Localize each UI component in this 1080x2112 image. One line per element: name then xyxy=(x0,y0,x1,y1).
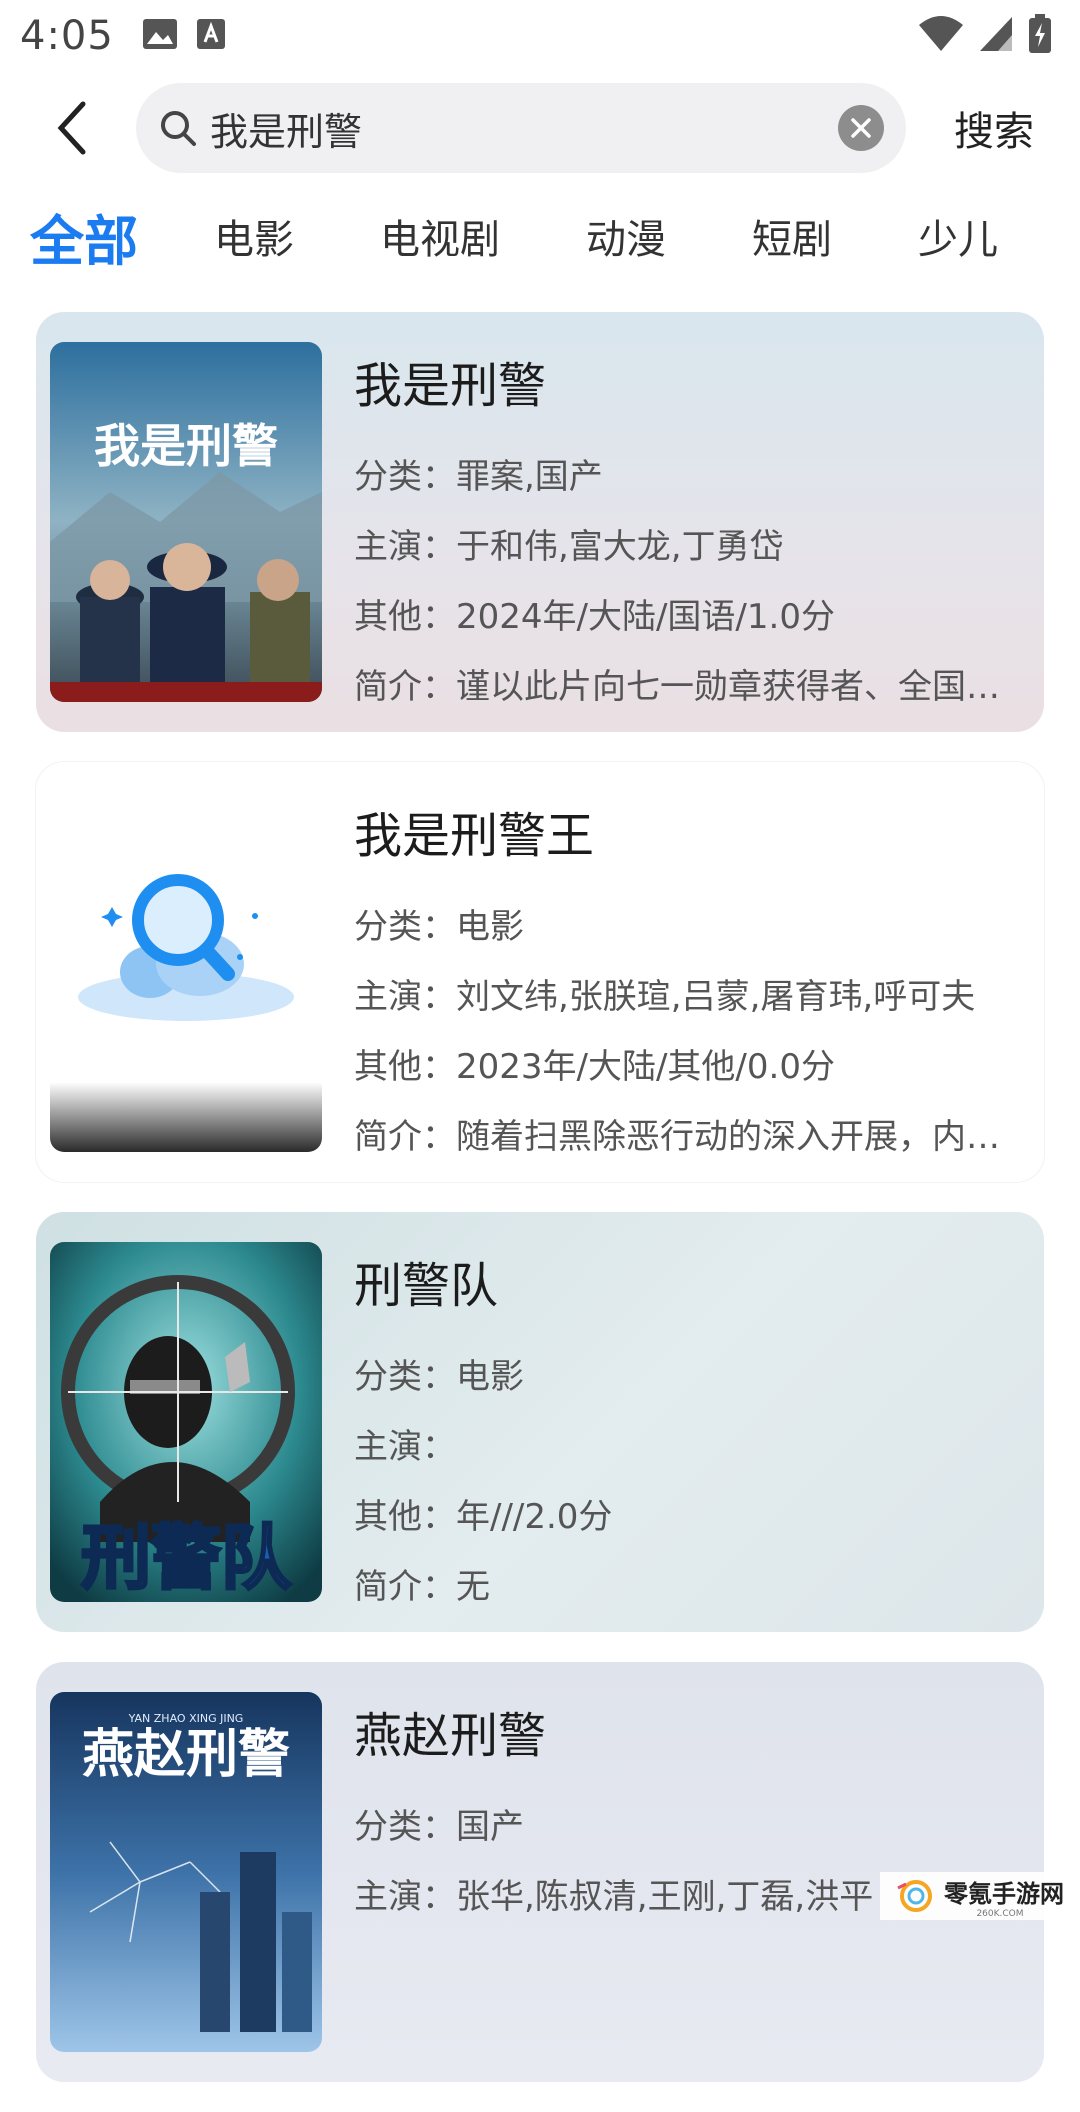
clear-button[interactable] xyxy=(838,105,884,151)
image-icon xyxy=(142,18,178,54)
tab-kids[interactable]: 少儿 xyxy=(918,207,998,265)
chevron-left-icon xyxy=(53,100,93,156)
tab-all[interactable]: 全部 xyxy=(30,197,138,276)
result-title: 燕赵刑警 xyxy=(354,1696,1024,1766)
result-info: 刑警队 分类：电影 主演： 其他：年///2.0分 简介：无 xyxy=(354,1246,1024,1622)
result-info: 我是刑警 分类：罪案,国产 主演：于和伟,富大龙,丁勇岱 其他：2024年/大陆… xyxy=(354,346,1024,722)
tab-tv-series[interactable]: 电视剧 xyxy=(380,207,500,265)
result-category: 分类：电影 xyxy=(354,892,1024,962)
close-icon xyxy=(849,116,873,140)
search-box[interactable]: 我是刑警 xyxy=(136,83,906,173)
poster-placeholder xyxy=(50,792,322,1152)
wifi-icon xyxy=(918,15,964,57)
battery-icon xyxy=(1028,14,1052,58)
result-category: 分类：电影 xyxy=(354,1342,1024,1412)
result-other: 其他：年///2.0分 xyxy=(354,1482,1024,1552)
tab-anime[interactable]: 动漫 xyxy=(586,207,666,265)
watermark: 零氪手游网 260K.COM xyxy=(880,1872,1080,1920)
poster-title-text: 我是刑警 xyxy=(94,419,278,473)
status-bar: 4:05 xyxy=(0,0,1080,72)
poster-title-text: 刑警队 xyxy=(81,1517,292,1599)
result-cast: 主演： xyxy=(354,1412,1024,1482)
result-title: 刑警队 xyxy=(354,1246,1024,1316)
result-title: 我是刑警 xyxy=(354,346,1024,416)
tab-short-drama[interactable]: 短剧 xyxy=(752,207,832,265)
watermark-subtext: 260K.COM xyxy=(976,1909,1023,1919)
results-list: 我是刑警 我是刑警 分类：罪案,国产 主演：于和伟,富大龙,丁勇岱 其他：202… xyxy=(36,312,1044,2112)
search-button[interactable]: 搜索 xyxy=(954,99,1034,157)
result-summary: 简介：无 xyxy=(354,1552,1024,1622)
search-input[interactable]: 我是刑警 xyxy=(210,101,838,156)
text-a-icon xyxy=(196,18,226,54)
status-time: 4:05 xyxy=(20,13,114,59)
poster-image: 刑警队 xyxy=(50,1242,322,1602)
poster-image: 我是刑警 xyxy=(50,342,322,702)
result-summary: 简介：谨以此片向七一勋章获得者、全国… xyxy=(354,652,1024,722)
result-other: 其他：2024年/大陆/国语/1.0分 xyxy=(354,582,1024,652)
result-category: 分类：国产 xyxy=(354,1792,1024,1862)
result-cast: 主演：刘文纬,张朕瑄,吕蒙,屠育玮,呼可夫 xyxy=(354,962,1024,1032)
result-other: 其他：2023年/大陆/其他/0.0分 xyxy=(354,1032,1024,1102)
tab-movie[interactable]: 电影 xyxy=(214,207,294,265)
result-title: 我是刑警王 xyxy=(354,796,1024,866)
result-cast: 主演：于和伟,富大龙,丁勇岱 xyxy=(354,512,1024,582)
result-summary: 简介：随着扫黑除恶行动的深入开展，内… xyxy=(354,1102,1024,1172)
top-bar: 我是刑警 搜索 xyxy=(0,80,1080,176)
result-category: 分类：罪案,国产 xyxy=(354,442,1024,512)
poster-image: YAN ZHAO XING JING 燕赵刑警 xyxy=(50,1692,322,2052)
signal-icon xyxy=(978,15,1014,57)
watermark-text: 零氪手游网 xyxy=(944,1874,1064,1909)
watermark-logo-icon xyxy=(896,1878,936,1914)
result-card[interactable]: 我是刑警 我是刑警 分类：罪案,国产 主演：于和伟,富大龙,丁勇岱 其他：202… xyxy=(36,312,1044,732)
search-icon xyxy=(158,108,198,148)
poster-title-text: 燕赵刑警 xyxy=(82,1724,290,1785)
category-tabs: 全部 电影 电视剧 动漫 短剧 少儿 xyxy=(0,196,1080,276)
result-card[interactable]: 我是刑警王 分类：电影 主演：刘文纬,张朕瑄,吕蒙,屠育玮,呼可夫 其他：202… xyxy=(36,762,1044,1182)
back-button[interactable] xyxy=(28,80,118,176)
result-info: 我是刑警王 分类：电影 主演：刘文纬,张朕瑄,吕蒙,屠育玮,呼可夫 其他：202… xyxy=(354,796,1024,1172)
result-card[interactable]: 刑警队 刑警队 分类：电影 主演： 其他：年///2.0分 简介：无 xyxy=(36,1212,1044,1632)
